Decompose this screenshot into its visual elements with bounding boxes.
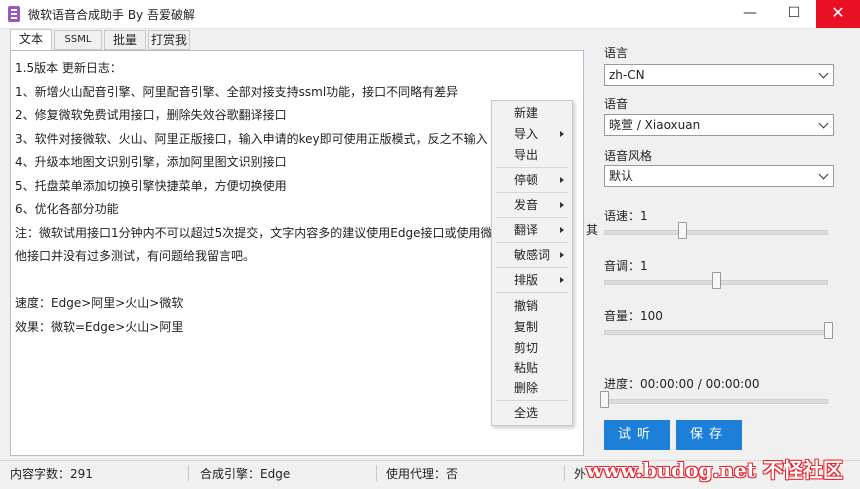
style-value: 默认 [609,169,634,183]
tab-ssml[interactable]: SSML [54,30,102,50]
app-icon [8,6,20,22]
chevron-right-icon [560,227,564,233]
listen-button[interactable]: 试听 [604,420,670,450]
language-label: 语言 [604,46,629,60]
tab-text[interactable]: 文本 [10,29,52,51]
menu-separator [496,242,568,243]
volume-slider[interactable] [604,321,833,341]
menu-item-sensitive-words[interactable]: 敏感词 [492,245,572,265]
tab-batch[interactable]: 批量 [104,30,146,50]
voice-select[interactable]: 晓萱 / Xiaoxuan [604,114,834,136]
menu-separator [496,267,568,268]
site-watermark: www.budog.net 不怪社区 [586,458,843,482]
chevron-down-icon [818,68,829,79]
close-button[interactable]: ✕ [816,0,860,28]
proxy-status: 使用代理：否 [386,467,459,481]
chevron-right-icon [560,277,564,283]
menu-separator [496,217,568,218]
editor-line: 1.5版本 更新日志： [15,61,122,75]
chevron-right-icon [560,252,564,258]
menu-item-cut[interactable]: 剪切 [492,338,572,358]
voice-label: 语音 [604,97,629,111]
status-divider [376,465,377,481]
maximize-button[interactable]: ☐ [772,0,816,28]
pitch-slider[interactable] [604,271,828,291]
save-button[interactable]: 保存 [676,420,742,450]
menu-separator [496,400,568,401]
slider-track [604,330,828,335]
menu-item-paste[interactable]: 粘贴 [492,358,572,378]
menu-item-translate[interactable]: 翻译 [492,220,572,240]
menu-separator [496,192,568,193]
menu-item-delete[interactable]: 删除 [492,378,572,398]
speed-slider[interactable] [604,221,828,241]
engine-status: 合成引擎：Edge [200,467,291,481]
menu-item-undo[interactable]: 撤销 [492,296,572,316]
menu-item-new[interactable]: 新建 [492,103,572,123]
chevron-right-icon [560,177,564,183]
chevron-down-icon [818,169,829,180]
slider-track [604,399,828,404]
menu-item-copy[interactable]: 复制 [492,317,572,337]
menu-item-pause[interactable]: 停顿 [492,170,572,190]
progress-slider-thumb[interactable] [600,391,609,408]
language-select[interactable]: zh-CN [604,64,834,86]
menu-item-import[interactable]: 导入 [492,124,572,144]
volume-slider-thumb[interactable] [824,322,833,339]
menu-item-layout[interactable]: 排版 [492,270,572,290]
menu-item-export[interactable]: 导出 [492,145,572,165]
char-count-status: 内容字数：291 [10,467,93,481]
title-bar: 微软语音合成助手 By 吾爱破解 — ☐ ✕ [0,0,860,29]
chevron-right-icon [560,131,564,137]
tab-donate[interactable]: 打赏我 [148,30,190,50]
extra-status: 外 [574,467,587,481]
menu-separator [496,167,568,168]
language-value: zh-CN [609,68,645,82]
context-menu: 新建 导入 导出 停顿 发音 翻译 敏感词 排版 撤销 复制 剪切 粘贴 删除 … [491,100,573,426]
menu-item-select-all[interactable]: 全选 [492,403,572,423]
menu-separator [496,292,568,293]
menu-item-pronunciation[interactable]: 发音 [492,195,572,215]
settings-panel: 语言 zh-CN 语音 晓萱 / Xiaoxuan 语音风格 默认 语速：1 音… [596,40,846,460]
voice-value: 晓萱 / Xiaoxuan [609,118,701,132]
chevron-down-icon [818,118,829,129]
progress-slider[interactable] [600,390,828,410]
pitch-slider-thumb[interactable] [712,272,721,289]
style-select[interactable]: 默认 [604,165,834,187]
slider-track [604,230,828,235]
style-label: 语音风格 [604,149,653,163]
chevron-right-icon [560,202,564,208]
status-divider [188,465,189,481]
speed-slider-thumb[interactable] [678,222,688,239]
status-divider [564,465,565,481]
window-title: 微软语音合成助手 By 吾爱破解 [28,8,195,22]
minimize-button[interactable]: — [728,0,772,28]
